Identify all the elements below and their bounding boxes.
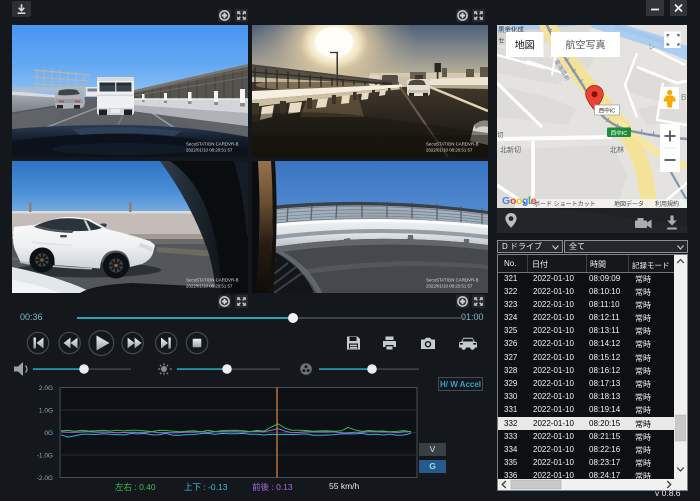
svg-text:-1.0G: -1.0G [37, 453, 53, 460]
svg-text:切: 切 [497, 131, 504, 139]
svg-text:地図: 地図 [515, 39, 535, 52]
svg-text:0G: 0G [44, 430, 53, 437]
svg-text:SecuSTATION CARDVR-B: SecuSTATION CARDVR-B [186, 278, 239, 283]
svg-text:SecuSTATION CARDVR-B: SecuSTATION CARDVR-B [186, 142, 239, 147]
svg-text:利用規約: 利用規約 [655, 200, 679, 208]
svg-text:西中IC: 西中IC [599, 107, 616, 115]
svg-text:SecuSTATION CARDVR-B: SecuSTATION CARDVR-B [426, 142, 479, 147]
svg-text:レ: レ [648, 42, 656, 51]
svg-text:地図データ: 地図データ [614, 200, 644, 208]
svg-text:e: e [531, 195, 537, 207]
svg-text:北林: 北林 [610, 145, 624, 154]
svg-text:2022/01/10 08:20:51 57: 2022/01/10 08:20:51 57 [186, 284, 233, 289]
svg-text:SecuSTATION CARDVR-B: SecuSTATION CARDVR-B [426, 278, 479, 283]
svg-text:航空写真: 航空写真 [566, 39, 606, 52]
svg-text:2022/01/10 08:20:51 57: 2022/01/10 08:20:51 57 [186, 148, 233, 153]
svg-text:北新切: 北新切 [500, 145, 521, 154]
svg-text:セ: セ [498, 37, 505, 45]
svg-text:2022/01/10 08:20:51 57: 2022/01/10 08:20:51 57 [426, 148, 473, 153]
svg-text:西中IC: 西中IC [611, 129, 628, 137]
svg-text:G: G [502, 195, 510, 207]
svg-text:-2.0G: -2.0G [37, 475, 53, 482]
svg-text:1.0G: 1.0G [39, 408, 53, 415]
svg-text:2022/01/10 08:20:51 57: 2022/01/10 08:20:51 57 [426, 284, 473, 289]
svg-text:2.0G: 2.0G [39, 385, 53, 392]
svg-text:B: B [681, 93, 686, 102]
